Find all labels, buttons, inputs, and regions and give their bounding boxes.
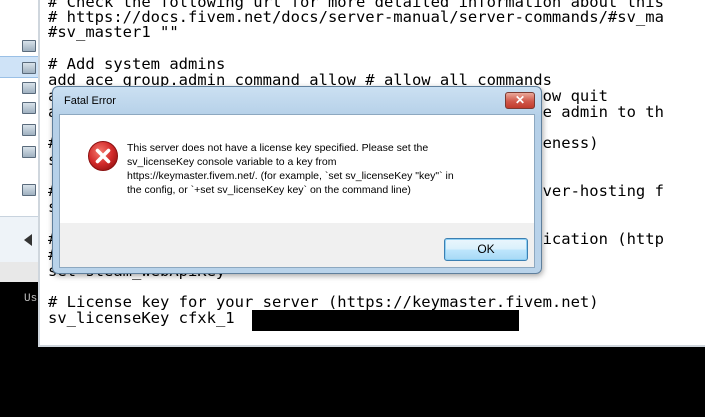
- close-button[interactable]: ✕: [505, 92, 535, 109]
- drive-icon: [22, 82, 36, 94]
- editor-line: #sv_master1 "": [48, 23, 179, 41]
- editor-line: sv_licenseKey cfxk_1: [48, 309, 235, 327]
- network-icon: [22, 184, 36, 196]
- editor-line: # License key for your server (https://k…: [48, 293, 599, 311]
- editor-line: # Add system admins: [48, 55, 226, 73]
- fatal-error-dialog: Fatal Error ✕ This server does not have …: [52, 86, 542, 274]
- drive-icon: [22, 102, 36, 114]
- drive-icon: [22, 124, 36, 136]
- dialog-title: Fatal Error: [64, 95, 116, 107]
- ok-button[interactable]: OK: [444, 238, 528, 261]
- explorer-sidebar: [0, 0, 38, 282]
- redaction-bar: [252, 310, 519, 331]
- console-output: Us: [24, 293, 38, 305]
- drive-icon: [22, 62, 36, 74]
- close-icon: ✕: [514, 93, 526, 107]
- nav-pane: [0, 216, 38, 263]
- error-message: This server does not have a license key …: [127, 142, 454, 196]
- scrollbar[interactable]: [0, 262, 38, 282]
- scroll-left-arrow-icon[interactable]: [24, 234, 32, 246]
- drive-icon: [22, 146, 36, 158]
- dialog-body: This server does not have a license key …: [59, 114, 535, 268]
- error-icon: [88, 141, 118, 171]
- dialog-content: This server does not have a license key …: [60, 115, 534, 223]
- computer-icon: [22, 40, 36, 52]
